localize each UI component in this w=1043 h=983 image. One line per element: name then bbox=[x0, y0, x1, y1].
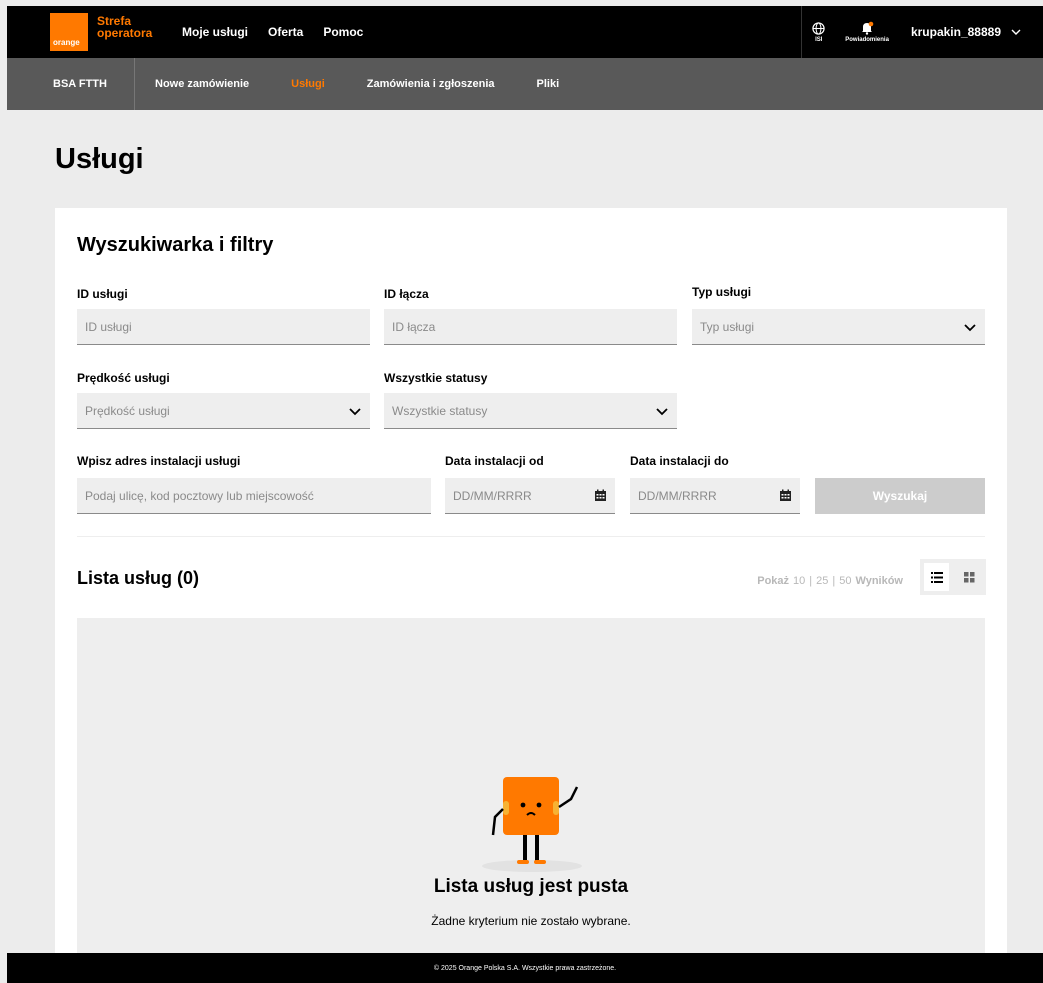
globe-icon bbox=[812, 21, 825, 35]
chevron-down-icon bbox=[964, 323, 976, 331]
top-right-area: ISI Powiadomienia krupakin_88889 bbox=[801, 6, 1043, 58]
search-button[interactable]: Wyszukaj bbox=[815, 478, 985, 514]
isi-label: ISI bbox=[815, 36, 823, 43]
subnav-bsa-ftth[interactable]: BSA FTTH bbox=[7, 58, 135, 110]
date-from-label: Data instalacji od bbox=[445, 454, 544, 468]
date-to-placeholder: DD/MM/RRRR bbox=[638, 488, 717, 503]
divider bbox=[77, 536, 985, 537]
pager-option-25[interactable]: 25 bbox=[816, 575, 828, 587]
status-label: Wszystkie statusy bbox=[384, 371, 488, 385]
address-input[interactable]: Podaj ulicę, kod pocztowy lub miejscowoś… bbox=[77, 478, 431, 514]
user-menu[interactable]: krupakin_88889 bbox=[911, 25, 1021, 39]
list-title: Lista usług (0) bbox=[77, 568, 200, 588]
grid-view-button[interactable] bbox=[957, 563, 982, 591]
link-id-label: ID łącza bbox=[384, 287, 429, 301]
sub-nav: BSA FTTH Nowe zamówienie Usługi Zamówien… bbox=[7, 58, 1043, 110]
grid-icon bbox=[964, 571, 975, 582]
page-title: Usługi bbox=[55, 143, 144, 175]
topnav-moje-uslugi[interactable]: Moje usługi bbox=[182, 25, 248, 39]
pager-separator: | bbox=[809, 575, 813, 587]
date-from-input[interactable]: DD/MM/RRRR bbox=[445, 478, 615, 514]
address-placeholder: Podaj ulicę, kod pocztowy lub miejscowoś… bbox=[85, 488, 314, 503]
empty-state: Lista usług jest pusta Żadne kryterium n… bbox=[77, 618, 985, 953]
service-id-input[interactable]: ID usługi bbox=[77, 309, 370, 345]
top-nav: Moje usługi Oferta Pomoc bbox=[182, 25, 363, 39]
topnav-pomoc[interactable]: Pomoc bbox=[323, 25, 363, 39]
view-toggle bbox=[920, 559, 986, 595]
brand-name[interactable]: Strefa operatora bbox=[97, 15, 152, 39]
chevron-down-icon bbox=[349, 407, 361, 415]
service-type-select[interactable]: Typ usługi bbox=[692, 309, 985, 345]
list-icon bbox=[930, 571, 943, 583]
filters-title: Wyszukiwarka i filtry bbox=[77, 234, 274, 256]
brand-line-2: operatora bbox=[97, 26, 153, 40]
subnav-items: Nowe zamówienie Usługi Zamówienia i zgło… bbox=[155, 78, 601, 90]
notifications-button[interactable]: Powiadomienia bbox=[845, 21, 889, 43]
calendar-icon[interactable] bbox=[779, 489, 792, 502]
service-id-placeholder: ID usługi bbox=[85, 319, 132, 334]
list-view-button[interactable] bbox=[924, 563, 949, 591]
pager-show-label: Pokaż bbox=[757, 575, 790, 587]
topnav-oferta[interactable]: Oferta bbox=[268, 25, 303, 39]
empty-title: Lista usług jest pusta bbox=[433, 876, 629, 897]
bell-icon bbox=[862, 21, 874, 35]
subnav-pliki[interactable]: Pliki bbox=[537, 78, 560, 90]
pager-option-50[interactable]: 50 bbox=[839, 575, 851, 587]
speed-label: Prędkość usługi bbox=[77, 371, 170, 385]
status-select[interactable]: Wszystkie statusy bbox=[384, 393, 677, 429]
logo-text: orange bbox=[53, 38, 80, 47]
address-label: Wpisz adres instalacji usługi bbox=[77, 454, 241, 468]
main-panel: Wyszukiwarka i filtry ID usługi ID usług… bbox=[55, 208, 1007, 953]
empty-subtitle: Żadne kryterium nie zostało wybrane. bbox=[431, 914, 631, 928]
service-id-label: ID usługi bbox=[77, 287, 128, 301]
speed-placeholder: Prędkość usługi bbox=[85, 403, 170, 418]
calendar-icon[interactable] bbox=[594, 489, 607, 502]
notifications-label: Powiadomienia bbox=[845, 37, 889, 43]
isi-button[interactable]: ISI bbox=[812, 21, 825, 43]
page-size-selector: Pokaż 10 | 25 | 50 Wyników bbox=[757, 575, 903, 587]
pager-option-10[interactable]: 10 bbox=[793, 575, 805, 587]
link-id-input[interactable]: ID łącza bbox=[384, 309, 677, 345]
service-type-placeholder: Typ usługi bbox=[700, 319, 755, 334]
footer: © 2025 Orange Polska S.A. Wszystkie praw… bbox=[7, 953, 1043, 983]
status-placeholder: Wszystkie statusy bbox=[392, 403, 488, 418]
subnav-zamowienia[interactable]: Zamówienia i zgłoszenia bbox=[367, 78, 495, 90]
subnav-uslugi[interactable]: Usługi bbox=[291, 78, 325, 90]
pager-separator: | bbox=[832, 575, 836, 587]
date-to-input[interactable]: DD/MM/RRRR bbox=[630, 478, 800, 514]
subnav-nowe-zamowienie[interactable]: Nowe zamówienie bbox=[155, 78, 249, 90]
empty-mascot-icon bbox=[482, 777, 582, 872]
top-bar: orange Strefa operatora Moje usługi Ofer… bbox=[7, 6, 1043, 58]
link-id-placeholder: ID łącza bbox=[392, 319, 436, 334]
service-type-label: Typ usługi bbox=[692, 285, 752, 299]
speed-select[interactable]: Prędkość usługi bbox=[77, 393, 370, 429]
orange-logo[interactable]: orange bbox=[50, 13, 88, 51]
username: krupakin_88889 bbox=[910, 25, 1001, 39]
chevron-down-icon bbox=[1011, 29, 1021, 35]
chevron-down-icon bbox=[656, 407, 668, 415]
pager-results-label: Wyników bbox=[855, 575, 903, 587]
date-from-placeholder: DD/MM/RRRR bbox=[453, 488, 532, 503]
date-to-label: Data instalacji do bbox=[630, 454, 729, 468]
